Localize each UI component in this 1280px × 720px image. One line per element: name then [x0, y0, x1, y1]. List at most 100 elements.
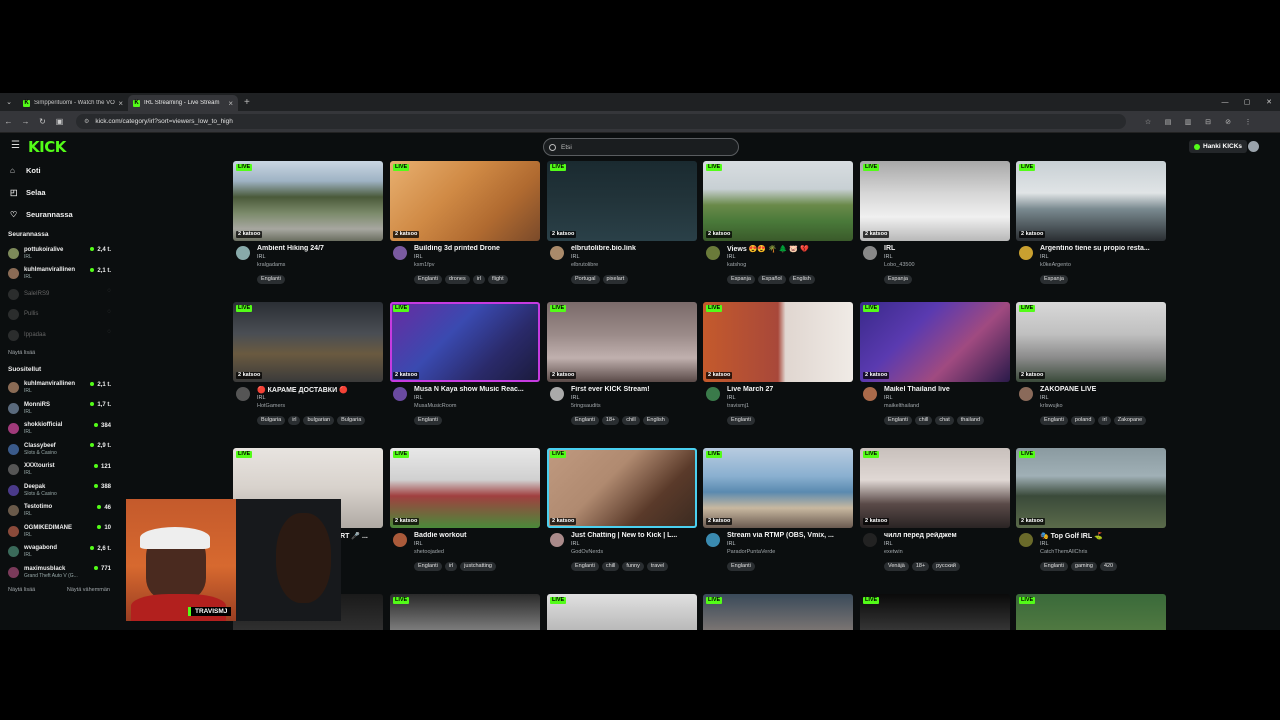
stream-thumbnail[interactable]: LIVE — [390, 594, 540, 630]
streamer-name[interactable]: 5ringsaudits — [571, 403, 601, 409]
stream-category[interactable]: IRL — [257, 254, 266, 260]
streamer-name[interactable]: HotGamers — [257, 403, 285, 409]
lock-icon[interactable]: ⊟ — [1198, 118, 1218, 126]
streamer-name[interactable]: ksm1fpv — [414, 262, 434, 268]
close-tab-icon[interactable]: × — [118, 99, 123, 108]
tag-pill[interactable]: Bulgaria — [257, 416, 286, 425]
site-info-icon[interactable]: ▣ — [51, 117, 68, 126]
tag-pill[interactable]: Bulgaria — [337, 416, 366, 425]
show-more-recommended[interactable]: Näytä lisää — [8, 583, 35, 597]
tag-pill[interactable]: Espanja — [884, 275, 912, 284]
stream-title[interactable]: First ever KICK Stream! — [571, 386, 697, 393]
stream-category[interactable]: IRL — [884, 541, 893, 547]
stream-title[interactable]: ZAKOPANE LIVE — [1040, 386, 1166, 393]
link-icon[interactable]: ⊘ — [1218, 118, 1238, 126]
tab-search-icon[interactable]: ⌄ — [0, 98, 18, 106]
menu-icon[interactable]: ⋮ — [1238, 118, 1258, 126]
tag-pill[interactable]: drones — [444, 275, 470, 284]
back-icon[interactable]: ← — [0, 117, 17, 126]
stream-category[interactable]: IRL — [727, 541, 736, 547]
tag-pill[interactable]: flight — [488, 275, 508, 284]
sidebar-channel[interactable]: kuhlmanvirallinen IRL 2,1 t. — [0, 378, 118, 399]
streamer-avatar[interactable] — [706, 533, 720, 547]
stream-title[interactable]: чилл перед рейджем — [884, 532, 1010, 539]
stream-thumbnail[interactable]: LIVE 2 katsoo — [860, 448, 1010, 528]
streamer-name[interactable]: kralgadams — [257, 262, 285, 268]
search-input[interactable]: Etsi — [543, 138, 739, 156]
stream-thumbnail[interactable]: LIVE — [860, 594, 1010, 630]
nav-browse[interactable]: ◰ Selaa — [10, 181, 118, 203]
tag-pill[interactable]: Espanja — [1040, 275, 1068, 284]
stream-thumbnail[interactable]: LIVE — [1016, 594, 1166, 630]
streamer-avatar[interactable] — [550, 387, 564, 401]
tag-pill[interactable]: funny — [622, 562, 644, 571]
streamer-name[interactable]: Lobo_43500 — [884, 262, 915, 268]
show-less-recommended[interactable]: Näytä vähemmän — [67, 583, 110, 597]
tag-pill[interactable]: Zakopane — [1113, 416, 1147, 425]
streamer-name[interactable]: k0keArgento — [1040, 262, 1071, 268]
tag-pill[interactable]: 420 — [1099, 562, 1118, 571]
show-more-following[interactable]: Näytä lisää — [0, 346, 118, 360]
sidebar-channel[interactable]: kuhlmanvirallinen IRL 2,1 t. — [0, 264, 118, 285]
url-field[interactable]: ⚙ kick.com/category/irl?sort=viewers_low… — [76, 114, 1126, 129]
stream-title[interactable]: IRL — [884, 245, 1010, 252]
new-tab-icon[interactable]: + — [244, 97, 250, 108]
stream-title[interactable]: Maikel Thailand live — [884, 386, 1010, 393]
stream-category[interactable]: IRL — [727, 254, 736, 260]
stream-thumbnail[interactable]: LIVE 2 katsoo — [1016, 302, 1166, 382]
nav-following[interactable]: ♡ Seurannassa — [10, 203, 118, 225]
stream-title[interactable]: Views 😍😍 🌴 🌲 🐷 💔 — [727, 245, 853, 253]
streamer-avatar[interactable] — [393, 533, 407, 547]
stream-thumbnail[interactable]: LIVE 2 katsoo — [233, 161, 383, 241]
tag-pill[interactable]: travel — [646, 562, 669, 571]
stream-title[interactable]: Musa N Kaya show Music Reac... — [414, 386, 540, 393]
tag-pill[interactable]: pixelart — [602, 275, 629, 284]
stream-category[interactable]: IRL — [884, 395, 893, 401]
streamer-avatar[interactable] — [706, 246, 720, 260]
streamer-avatar[interactable] — [1019, 533, 1033, 547]
tag-pill[interactable]: chill — [601, 562, 620, 571]
tag-pill[interactable]: chill — [914, 416, 933, 425]
sidebar-icon[interactable]: ▥ — [1178, 118, 1198, 126]
stream-thumbnail[interactable]: LIVE 2 katsoo — [860, 302, 1010, 382]
tag-pill[interactable]: justchatting — [460, 562, 496, 571]
streamer-avatar[interactable] — [1019, 246, 1033, 260]
maximize-icon[interactable]: ▢ — [1236, 98, 1258, 106]
sidebar-channel[interactable]: pottukoiralive IRL 2,4 t. — [0, 243, 118, 264]
streamer-name[interactable]: CatchThemAllChris — [1040, 549, 1087, 555]
tag-pill[interactable]: Englanti — [414, 562, 442, 571]
stream-thumbnail[interactable]: LIVE 2 katsoo — [547, 161, 697, 241]
streamer-avatar[interactable] — [393, 387, 407, 401]
stream-title[interactable]: Stream via RTMP (OBS, Vmix, ... — [727, 532, 853, 539]
kick-logo[interactable]: KICK — [28, 138, 66, 156]
forward-icon[interactable]: → — [17, 117, 34, 126]
streamer-name[interactable]: exetwin — [884, 549, 903, 555]
streamer-avatar[interactable] — [863, 387, 877, 401]
stream-title[interactable]: elbrutolibre.bio.link — [571, 245, 697, 252]
tag-pill[interactable]: irl — [1098, 416, 1111, 425]
stream-category[interactable]: IRL — [414, 395, 423, 401]
streamer-avatar[interactable] — [863, 246, 877, 260]
streamer-avatar[interactable] — [706, 387, 720, 401]
stream-thumbnail[interactable]: LIVE 2 katsoo — [390, 448, 540, 528]
tab-1[interactable]: K Simpperituomi - Watch the VOD × — [18, 95, 128, 111]
sidebar-channel[interactable]: Classybeef Slots & Casino 2,9 t. — [0, 439, 118, 460]
stream-thumbnail[interactable]: LIVE 2 katsoo — [1016, 161, 1166, 241]
streamer-name[interactable]: katshog — [727, 262, 746, 268]
stream-thumbnail[interactable]: LIVE 2 katsoo — [703, 302, 853, 382]
stream-title[interactable]: Ambient Hiking 24/7 — [257, 245, 383, 252]
streamer-name[interactable]: maikelthailand — [884, 403, 919, 409]
sidebar-channel[interactable]: maximusblack Grand Theft Auto V (G... 771 — [0, 562, 118, 583]
nav-home[interactable]: ⌂ Koti — [10, 159, 118, 181]
tag-pill[interactable]: irl — [288, 416, 301, 425]
sidebar-channel[interactable]: wvagabond IRL 2,6 t. — [0, 542, 118, 563]
streamer-name[interactable]: ParadorPuntaVerde — [727, 549, 775, 555]
tag-pill[interactable]: thailand — [956, 416, 985, 425]
stream-title[interactable]: Building 3d printed Drone — [414, 245, 540, 252]
streamer-avatar[interactable] — [550, 533, 564, 547]
sidebar-channel[interactable]: Pullis ◌ — [0, 305, 118, 326]
stream-thumbnail[interactable]: LIVE 2 katsoo — [547, 448, 697, 528]
stream-category[interactable]: IRL — [1040, 395, 1049, 401]
tag-pill[interactable]: 18+ — [911, 562, 930, 571]
tag-pill[interactable]: Englanti — [1040, 416, 1068, 425]
